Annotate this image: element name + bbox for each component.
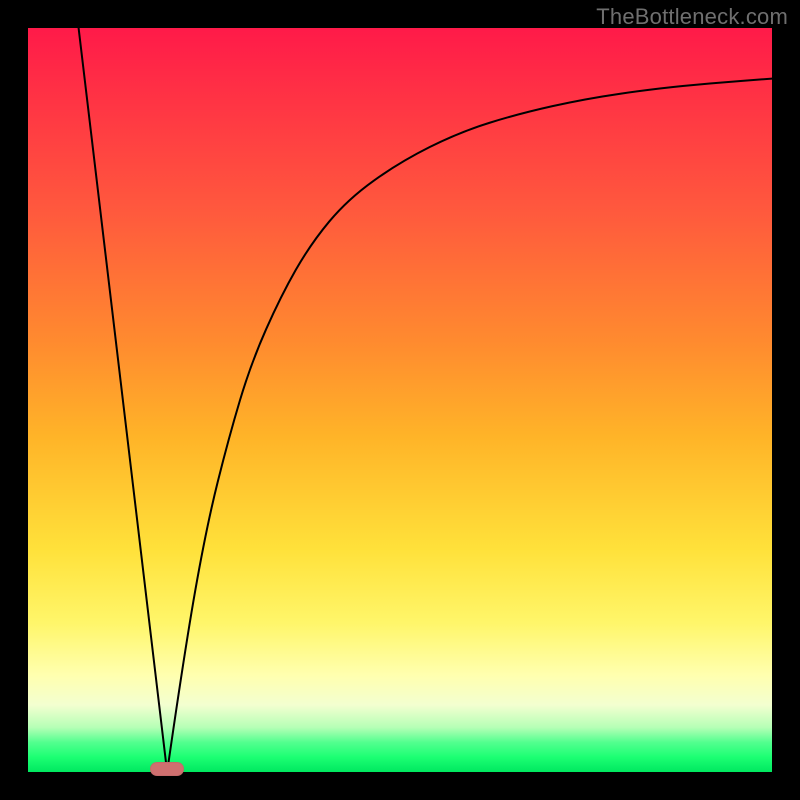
chart-frame: TheBottleneck.com bbox=[0, 0, 800, 800]
watermark-text: TheBottleneck.com bbox=[596, 4, 788, 30]
minimum-marker bbox=[150, 762, 184, 776]
curve-layer bbox=[28, 28, 772, 772]
bottleneck-curve-right bbox=[167, 79, 772, 772]
plot-area bbox=[28, 28, 772, 772]
bottleneck-curve-left bbox=[79, 28, 168, 772]
